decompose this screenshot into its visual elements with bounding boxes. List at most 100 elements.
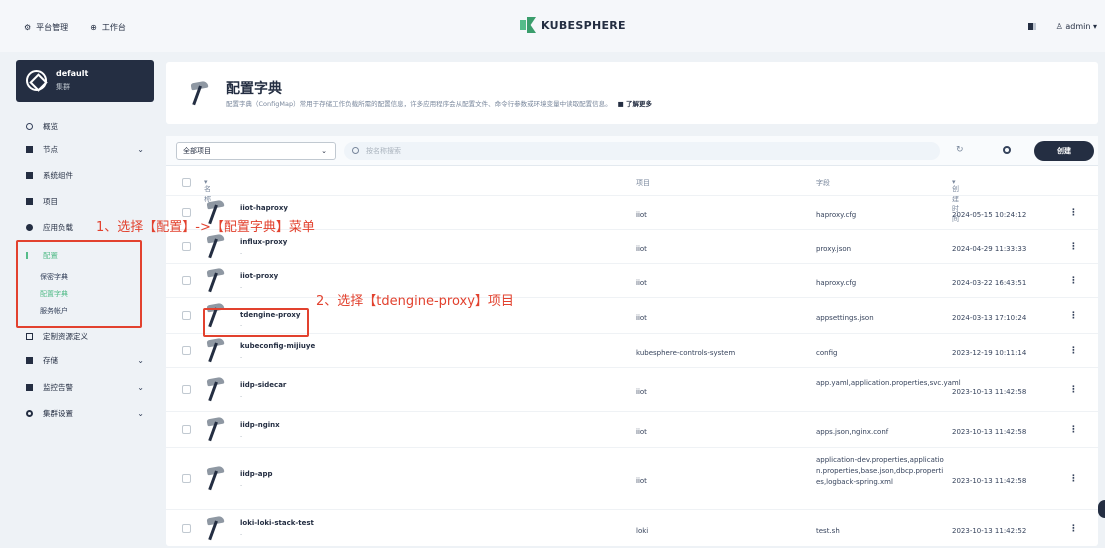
row-checkbox[interactable]: [182, 346, 191, 355]
sidebar-item-label: 项目: [43, 196, 58, 206]
page-description: 配置字典（ConfigMap）常用于存储工作负载所需的配置信息，许多应用程序会从…: [226, 98, 652, 108]
more-icon[interactable]: ⋮: [1069, 208, 1078, 218]
overview-icon: [26, 122, 33, 130]
more-icon[interactable]: ⋮: [1069, 242, 1078, 252]
sidebar-item-cluster-settings[interactable]: 集群设置 ⌄: [16, 405, 156, 421]
sidebar-item-system-components[interactable]: 系统组件: [16, 167, 156, 183]
sidebar-item-storage[interactable]: 存储 ⌄: [16, 352, 156, 368]
brand-logo[interactable]: KUBESPHERE: [520, 17, 626, 33]
cluster-name: default: [56, 69, 89, 78]
table-row[interactable]: iidp-sidecar - iiot app.yaml,application…: [166, 367, 1098, 411]
column-project: 项目: [636, 179, 650, 187]
top-nav: ⚙ 平台管理 ⊕ 工作台: [24, 22, 126, 33]
sidebar-item-label: 存储: [43, 355, 58, 365]
column-created[interactable]: 创建时间 ▾: [952, 178, 959, 223]
sidebar-item-label: 应用负载: [43, 222, 73, 232]
sidebar-item-label: 监控告警: [43, 382, 73, 392]
search-input[interactable]: 按名称搜索: [344, 142, 940, 160]
sidebar-item-label: 节点: [43, 144, 58, 154]
platform-menu[interactable]: ⚙ 平台管理: [24, 22, 68, 33]
row-project: loki: [636, 527, 649, 535]
more-icon[interactable]: ⋮: [1069, 311, 1078, 321]
row-project: iiot: [636, 477, 647, 485]
row-name[interactable]: iidp-sidecar: [240, 381, 286, 389]
create-button[interactable]: 创建: [1034, 141, 1094, 161]
row-name[interactable]: iiot-haproxy: [240, 204, 288, 212]
row-field: appsettings.json: [816, 314, 874, 322]
row-name[interactable]: iidp-app: [240, 470, 272, 478]
components-icon: [26, 171, 33, 179]
row-field: apps.json,nginx.conf: [816, 428, 889, 436]
scroll-handle[interactable]: [1098, 500, 1105, 518]
more-icon[interactable]: ⋮: [1069, 346, 1078, 356]
user-menu[interactable]: ♙ admin ▾: [1056, 22, 1097, 31]
row-field: haproxy.cfg: [816, 279, 857, 287]
sidebar: default 集群: [16, 60, 156, 102]
row-created: 2023-10-13 11:42:58: [952, 428, 1027, 436]
nodes-icon: [26, 145, 33, 153]
row-checkbox[interactable]: [182, 524, 191, 533]
table-row[interactable]: kubeconfig-mijiuye - kubesphere-controls…: [166, 333, 1098, 367]
select-all-checkbox[interactable]: [182, 178, 191, 187]
chevron-down-icon: ⌄: [321, 147, 327, 155]
cluster-sub: 集群: [56, 83, 70, 91]
row-field: config: [816, 349, 838, 357]
row-name[interactable]: iiot-proxy: [240, 272, 278, 280]
row-name[interactable]: influx-proxy: [240, 238, 287, 246]
row-desc: -: [240, 393, 243, 400]
configmap-icon: [204, 465, 228, 491]
configmap-icon: [204, 337, 228, 363]
row-name[interactable]: loki-loki-stack-test: [240, 519, 314, 527]
user-name: admin: [1065, 22, 1091, 31]
more-icon[interactable]: ⋮: [1069, 524, 1078, 534]
sidebar-item-crd[interactable]: 定制资源定义: [16, 328, 156, 344]
refresh-icon[interactable]: ↻: [956, 145, 966, 155]
sidebar-item-overview[interactable]: 概览: [16, 118, 156, 134]
table-row[interactable]: iiot-proxy - iiot haproxy.cfg 2024-03-22…: [166, 263, 1098, 297]
more-icon[interactable]: ⋮: [1069, 474, 1078, 484]
row-checkbox[interactable]: [182, 385, 191, 394]
page-header: 配置字典 配置字典（ConfigMap）常用于存储工作负载所需的配置信息，许多应…: [166, 62, 1098, 124]
kubesphere-icon: [520, 17, 536, 33]
more-icon[interactable]: ⋮: [1069, 276, 1078, 286]
monitoring-icon: [26, 383, 33, 391]
search-placeholder: 按名称搜索: [366, 147, 401, 155]
sidebar-item-projects[interactable]: 项目: [16, 193, 156, 209]
learn-more-link[interactable]: ■ 了解更多: [618, 100, 652, 108]
row-checkbox[interactable]: [182, 311, 191, 320]
sidebar-item-nodes[interactable]: 节点 ⌄: [16, 141, 156, 157]
more-icon[interactable]: ⋮: [1069, 425, 1078, 435]
column-field: 字段: [816, 179, 830, 187]
search-icon: [352, 147, 359, 154]
learn-more-label: 了解更多: [625, 100, 652, 108]
row-desc: -: [240, 250, 243, 257]
project-select-value: 全部项目: [183, 147, 211, 155]
row-field: haproxy.cfg: [816, 211, 857, 219]
workbench-menu[interactable]: ⊕ 工作台: [90, 22, 126, 33]
cluster-card[interactable]: default 集群: [16, 60, 154, 102]
row-checkbox[interactable]: [182, 425, 191, 434]
row-name[interactable]: iidp-nginx: [240, 421, 280, 429]
row-name[interactable]: kubeconfig-mijiuye: [240, 342, 315, 350]
annotation-box-tdengine-proxy: [203, 308, 309, 337]
row-created: 2023-10-13 11:42:58: [952, 388, 1027, 396]
row-checkbox[interactable]: [182, 474, 191, 483]
sidebar-item-monitoring[interactable]: 监控告警 ⌄: [16, 379, 156, 395]
chevron-down-icon: ⌄: [137, 144, 144, 154]
row-checkbox[interactable]: [182, 276, 191, 285]
row-created: 2023-10-13 11:42:52: [952, 527, 1027, 535]
more-icon[interactable]: ⋮: [1069, 385, 1078, 395]
table-row[interactable]: iidp-nginx - iiot apps.json,nginx.conf 2…: [166, 411, 1098, 447]
row-field: application-dev.properties,application.p…: [816, 456, 944, 486]
projects-icon: [26, 197, 33, 205]
row-desc: -: [240, 354, 243, 361]
table-row[interactable]: loki-loki-stack-test - loki test.sh 2023…: [166, 509, 1098, 546]
table-row[interactable]: iidp-app - iiot application-dev.properti…: [166, 447, 1098, 509]
row-checkbox[interactable]: [182, 242, 191, 251]
docs-icon[interactable]: [1027, 23, 1036, 30]
chevron-down-icon: ⌄: [137, 382, 144, 392]
sidebar-item-label: 系统组件: [43, 170, 73, 180]
column-name[interactable]: 名称 ▾: [204, 178, 211, 203]
project-select[interactable]: 全部项目 ⌄: [176, 142, 336, 160]
gear-icon[interactable]: [1003, 146, 1011, 154]
